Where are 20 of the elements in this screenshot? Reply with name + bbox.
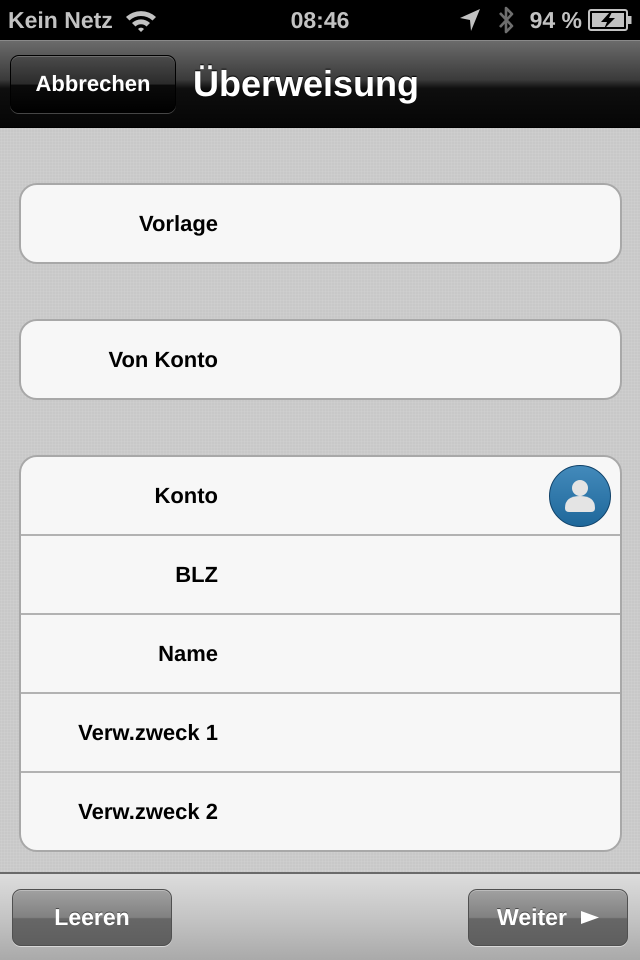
location-arrow-icon [460, 9, 480, 31]
form-field[interactable]: Name [21, 613, 620, 692]
bluetooth-icon [498, 6, 514, 34]
clock-text: 08:46 [290, 6, 350, 34]
wifi-icon [124, 8, 157, 32]
triangle-right-icon [580, 910, 599, 924]
battery-charging-icon [588, 9, 632, 31]
person-icon [565, 480, 595, 512]
screen-title: Überweisung [193, 63, 420, 105]
form-field[interactable]: BLZ [21, 534, 620, 613]
form-field[interactable]: Verw.zweck 1 [21, 692, 620, 771]
toolbar-button[interactable]: Leeren [12, 888, 172, 946]
form-field[interactable]: Konto [21, 457, 620, 534]
battery-percent: 94 % [530, 6, 582, 34]
form-field[interactable]: Verw.zweck 2 [21, 771, 620, 850]
toolbar-button[interactable]: Weiter [468, 888, 628, 946]
form-field[interactable]: Von Konto [21, 321, 620, 398]
cancel-button[interactable]: Abbrechen [10, 55, 176, 113]
form-field[interactable]: Vorlage [21, 185, 620, 262]
carrier-text: Kein Netz [8, 6, 113, 34]
